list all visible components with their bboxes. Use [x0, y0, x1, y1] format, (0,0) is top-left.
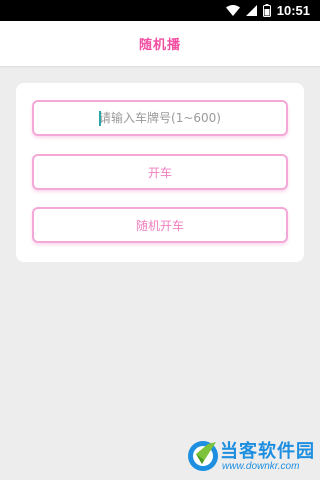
watermark: 当客软件园 www.downkr.com: [184, 434, 320, 480]
signal-icon: [245, 5, 257, 16]
text-cursor: [99, 111, 101, 126]
status-time: 10:51: [276, 3, 310, 18]
status-bar: 10:51: [0, 0, 320, 21]
battery-icon: [262, 4, 271, 17]
plate-number-field[interactable]: [32, 100, 288, 136]
form-card: 开车 随机开车: [16, 83, 304, 262]
page-title: 随机播: [138, 38, 181, 53]
watermark-title: 当客软件园: [220, 441, 315, 462]
watermark-url: www.downkr.com: [222, 461, 300, 472]
random-start-button[interactable]: 随机开车: [32, 207, 288, 243]
plate-number-input[interactable]: [34, 102, 286, 134]
start-button[interactable]: 开车: [32, 154, 288, 190]
wifi-icon: [225, 5, 240, 16]
app-bar: 随机播: [0, 21, 320, 66]
watermark-logo-icon: [188, 441, 218, 471]
